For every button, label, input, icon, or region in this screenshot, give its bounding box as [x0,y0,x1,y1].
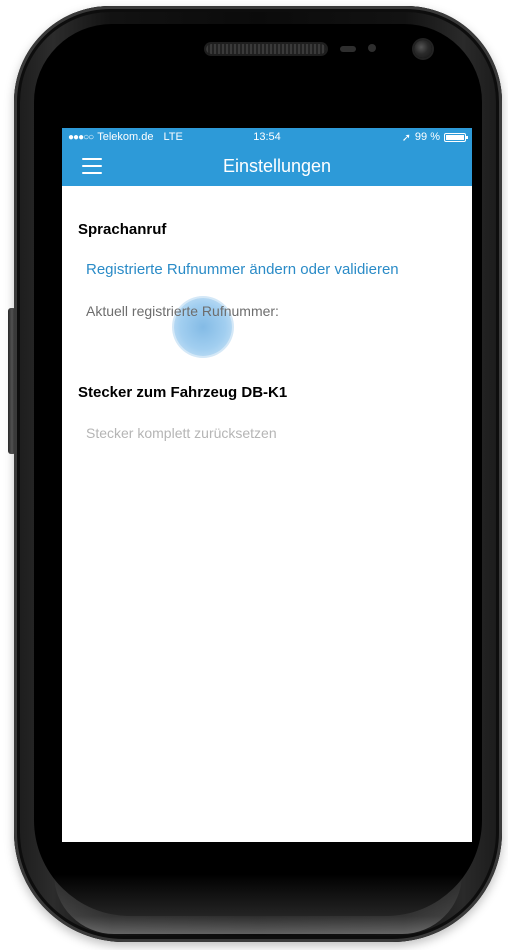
proximity-sensor [340,46,356,52]
app-screen: ●●●○○ Telekom.de LTE 13:54 ➚ 99 % Einste… [62,128,472,842]
earpiece-speaker [206,44,326,54]
battery-percentage: 99 % [414,131,440,143]
location-arrow-icon: ➚ [401,131,411,144]
navigation-bar: Einstellungen [62,146,472,186]
device-mockup: ●●●○○ Telekom.de LTE 13:54 ➚ 99 % Einste… [0,0,508,950]
status-right: ➚ 99 % [401,131,468,144]
signal-strength-icon: ●●●○○ [68,131,94,143]
phone-bottom-edge [54,874,462,934]
section-header-connector: Stecker zum Fahrzeug DB-K1 [78,384,288,401]
page-title: Einstellungen [222,155,332,176]
network-type: LTE [163,131,183,143]
change-phone-number-link[interactable]: Registrierte Rufnummer ändern oder valid… [86,261,399,278]
front-camera-icon [414,40,432,58]
light-sensor [368,44,376,52]
battery-fill [446,134,464,140]
section-header-voice-call: Sprachanruf [78,221,167,238]
hamburger-menu-icon[interactable] [82,158,102,174]
battery-icon [444,132,468,142]
current-number-label: Aktuell registrierte Rufnummer: [86,303,279,319]
status-bar: ●●●○○ Telekom.de LTE 13:54 ➚ 99 % [62,128,472,146]
carrier-name: Telekom.de [97,131,154,143]
reset-connector-button[interactable]: Stecker komplett zurücksetzen [86,425,277,441]
status-left: ●●●○○ Telekom.de LTE [68,131,183,143]
